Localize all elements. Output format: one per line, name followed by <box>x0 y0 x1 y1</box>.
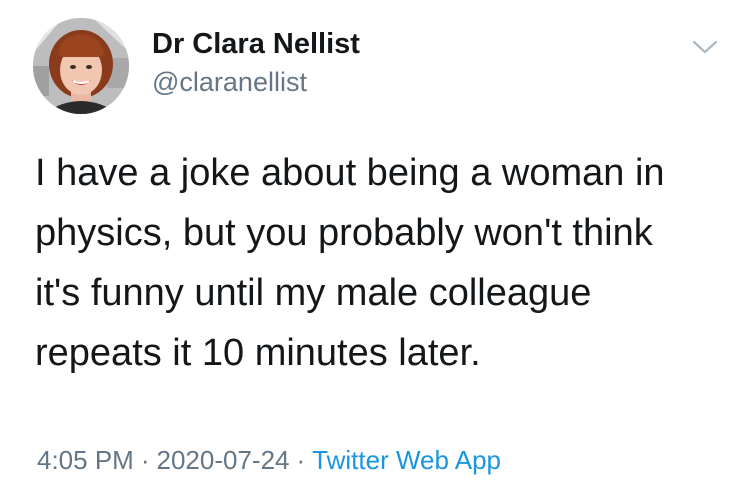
tweet-time[interactable]: 4:05 PM <box>37 445 134 475</box>
author-display-name[interactable]: Dr Clara Nellist <box>152 26 360 62</box>
tweet-source-link[interactable]: Twitter Web App <box>312 445 501 475</box>
tweet-text: I have a joke about being a woman in phy… <box>35 143 725 383</box>
tweet-menu-button[interactable] <box>690 36 720 58</box>
meta-separator: · <box>140 445 150 475</box>
tweet-card: Dr Clara Nellist @claranellist I have a … <box>0 0 750 481</box>
tweet-text-line: I have a joke about being a woman in <box>35 152 665 194</box>
meta-separator: · <box>296 445 306 475</box>
tweet-date[interactable]: 2020-07-24 <box>157 445 290 475</box>
tweet-text-line: it's funny until my male colleague <box>35 272 592 314</box>
tweet-text-line: repeats it 10 minutes later. <box>35 332 481 374</box>
tweet-metadata: 4:05 PM · 2020-07-24 · Twitter Web App <box>37 443 501 477</box>
author-info: Dr Clara Nellist @claranellist <box>152 26 360 99</box>
tweet-text-line: physics, but you probably won't think <box>35 212 653 254</box>
avatar[interactable] <box>33 18 129 114</box>
author-handle[interactable]: @claranellist <box>152 65 360 99</box>
avatar-photo <box>33 18 129 114</box>
chevron-down-icon <box>692 40 718 54</box>
